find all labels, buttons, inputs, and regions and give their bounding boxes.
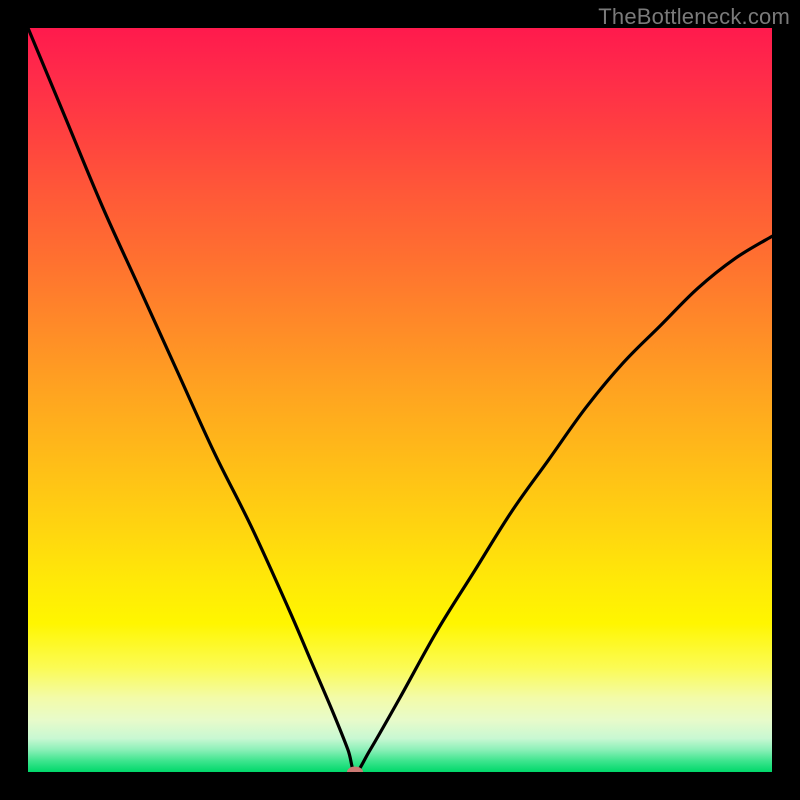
optimal-marker [347, 767, 363, 773]
curve-layer [28, 28, 772, 772]
watermark-text: TheBottleneck.com [598, 4, 790, 30]
chart-container: TheBottleneck.com [0, 0, 800, 800]
plot-area [28, 28, 772, 772]
bottleneck-curve [28, 28, 772, 772]
